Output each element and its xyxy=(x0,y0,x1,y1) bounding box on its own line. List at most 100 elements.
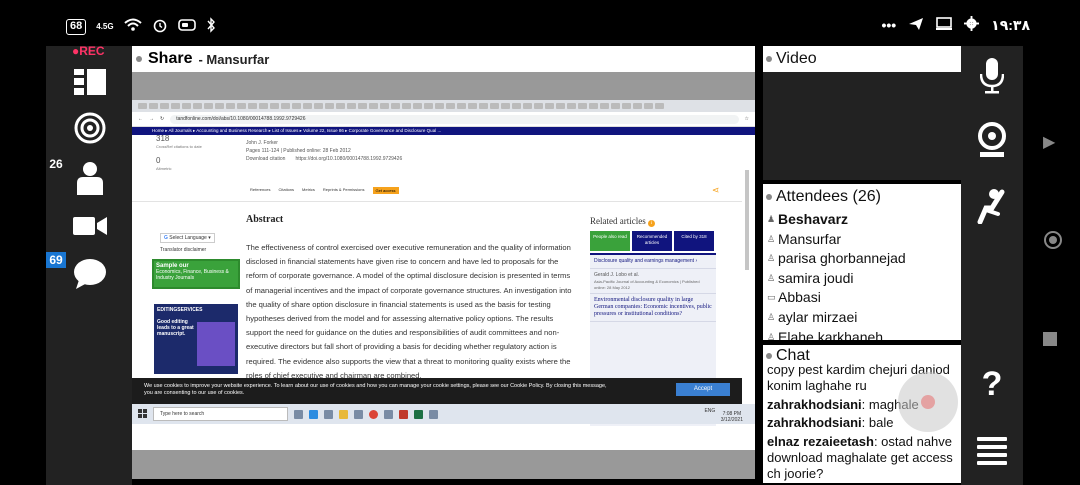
browser-tab[interactable] xyxy=(259,103,268,109)
list-item[interactable]: ▭ Abbasi xyxy=(767,288,961,308)
list-item[interactable]: ♙ aylar mirzaei xyxy=(767,308,961,328)
browser-tab[interactable] xyxy=(501,103,510,109)
doi-link[interactable]: https://doi.org/10.1080/00014788.1992.97… xyxy=(295,155,402,163)
app-icon[interactable] xyxy=(429,409,438,419)
references-link[interactable]: References xyxy=(250,187,270,194)
attendees-icon[interactable] xyxy=(72,160,108,196)
tab-recommended[interactable]: Recommended articles xyxy=(632,231,672,251)
browser-tab[interactable] xyxy=(446,103,455,109)
browser-tab[interactable] xyxy=(325,103,334,109)
browser-tab[interactable] xyxy=(215,103,224,109)
raise-hand-icon[interactable] xyxy=(974,188,1010,224)
browser-tab[interactable] xyxy=(237,103,246,109)
chat-log[interactable]: copy pest kardim chejuri daniod konim la… xyxy=(763,362,961,482)
recents-square-icon[interactable] xyxy=(1043,332,1057,351)
panel-menu-icon[interactable] xyxy=(766,353,772,359)
browser-tab[interactable] xyxy=(622,103,631,109)
list-item[interactable]: ♙ samira joudi xyxy=(767,269,961,289)
browser-tab[interactable] xyxy=(545,103,554,109)
browser-tab[interactable] xyxy=(347,103,356,109)
panel-menu-icon[interactable] xyxy=(766,56,772,62)
list-item[interactable]: Gerald J. Lobo et al. Asia-Pacific Journ… xyxy=(590,269,716,294)
camera-icon[interactable] xyxy=(72,208,108,244)
reprints-link[interactable]: Reprints & Permissions xyxy=(323,187,365,194)
browser-tab[interactable] xyxy=(292,103,301,109)
browser-tab[interactable] xyxy=(380,103,389,109)
store-icon[interactable] xyxy=(324,409,333,419)
browser-tab[interactable] xyxy=(479,103,488,109)
browser-tab[interactable] xyxy=(600,103,609,109)
list-item[interactable]: ♙ Mansurfar xyxy=(767,230,961,250)
menu-icon[interactable] xyxy=(974,432,1010,468)
share-icon[interactable]: ⋖ xyxy=(712,185,720,196)
browser-tab[interactable] xyxy=(523,103,532,109)
task-view-icon[interactable] xyxy=(294,409,303,419)
browser-tab[interactable] xyxy=(281,103,290,109)
page-scrollbar[interactable] xyxy=(745,170,749,270)
reload-icon[interactable]: ↻ xyxy=(160,116,164,122)
browser-tab[interactable] xyxy=(226,103,235,109)
help-icon[interactable]: ? xyxy=(974,365,1010,403)
browser-tab[interactable] xyxy=(171,103,180,109)
browser-tab[interactable] xyxy=(182,103,191,109)
microphone-icon[interactable] xyxy=(974,58,1010,94)
browser-tab[interactable] xyxy=(424,103,433,109)
star-icon[interactable]: ☆ xyxy=(745,116,749,122)
tab-people-also-read[interactable]: People also read xyxy=(590,231,630,251)
webcam-icon[interactable] xyxy=(974,122,1010,158)
browser-tab[interactable] xyxy=(391,103,400,109)
browser-tab[interactable] xyxy=(314,103,323,109)
browser-tab[interactable] xyxy=(303,103,312,109)
browser-tab[interactable] xyxy=(589,103,598,109)
browser-tab[interactable] xyxy=(556,103,565,109)
list-item[interactable]: ♙ Elahe karkhaneh xyxy=(767,328,961,340)
back-triangle-icon[interactable]: ▶ xyxy=(1043,132,1055,152)
browser-tab[interactable] xyxy=(358,103,367,109)
chrome-icon[interactable] xyxy=(369,409,378,419)
browser-tab[interactable] xyxy=(578,103,587,109)
list-item[interactable]: Environmental disclosure quality in larg… xyxy=(590,294,716,322)
browser-tab[interactable] xyxy=(369,103,378,109)
browser-tab[interactable] xyxy=(270,103,279,109)
list-item[interactable]: ♙ parisa ghorbannejad xyxy=(767,249,961,269)
chat-bubble-icon[interactable] xyxy=(72,256,108,292)
sample-journals-banner[interactable]: Sample our Economics, Finance, Business … xyxy=(152,259,240,289)
list-item[interactable]: Disclosure quality and earnings manageme… xyxy=(590,255,716,269)
info-icon[interactable]: i xyxy=(647,220,655,227)
editing-services-ad[interactable]: EDITINGSERVICES Good editing leads to a … xyxy=(154,304,238,374)
browser-tab[interactable] xyxy=(160,103,169,109)
browser-tab[interactable] xyxy=(512,103,521,109)
back-icon[interactable]: ← xyxy=(138,116,143,122)
broadcast-icon[interactable] xyxy=(72,110,108,146)
tab-cited-by[interactable]: Cited by 318 xyxy=(674,231,714,251)
accept-cookies-button[interactable]: Accept xyxy=(676,383,730,396)
translator-disclaimer[interactable]: Translator disclaimer xyxy=(160,247,215,253)
browser-tab[interactable] xyxy=(633,103,642,109)
browser-tab[interactable] xyxy=(468,103,477,109)
browser-tab[interactable] xyxy=(204,103,213,109)
download-citation-link[interactable]: Download citation xyxy=(246,155,285,163)
home-circle-icon[interactable] xyxy=(1043,230,1063,255)
browser-tab[interactable] xyxy=(490,103,499,109)
browser-tab[interactable] xyxy=(435,103,444,109)
browser-tab[interactable] xyxy=(138,103,147,109)
panel-menu-icon[interactable] xyxy=(136,56,142,62)
mail-icon[interactable] xyxy=(354,409,363,419)
browser-tab[interactable] xyxy=(534,103,543,109)
browser-tab[interactable] xyxy=(644,103,653,109)
metrics-link[interactable]: Metrics xyxy=(302,187,315,194)
browser-tab[interactable] xyxy=(655,103,664,109)
url-field[interactable]: tandfonline.com/doi/abs/10.1080/00014788… xyxy=(170,114,739,124)
browser-tab[interactable] xyxy=(149,103,158,109)
browser-tab[interactable] xyxy=(611,103,620,109)
list-item[interactable]: ♟ Beshavarz xyxy=(767,210,961,230)
browser-tab[interactable] xyxy=(336,103,345,109)
layout-icon[interactable] xyxy=(72,64,108,100)
browser-tab[interactable] xyxy=(457,103,466,109)
taskbar-search[interactable]: Type here to search xyxy=(153,407,288,421)
windows-start-icon[interactable] xyxy=(138,408,147,420)
browser-tab[interactable] xyxy=(248,103,257,109)
select-language-dropdown[interactable]: G Select Language ▾ xyxy=(160,233,215,243)
app-icon[interactable] xyxy=(399,409,408,419)
forward-icon[interactable]: → xyxy=(149,116,154,122)
